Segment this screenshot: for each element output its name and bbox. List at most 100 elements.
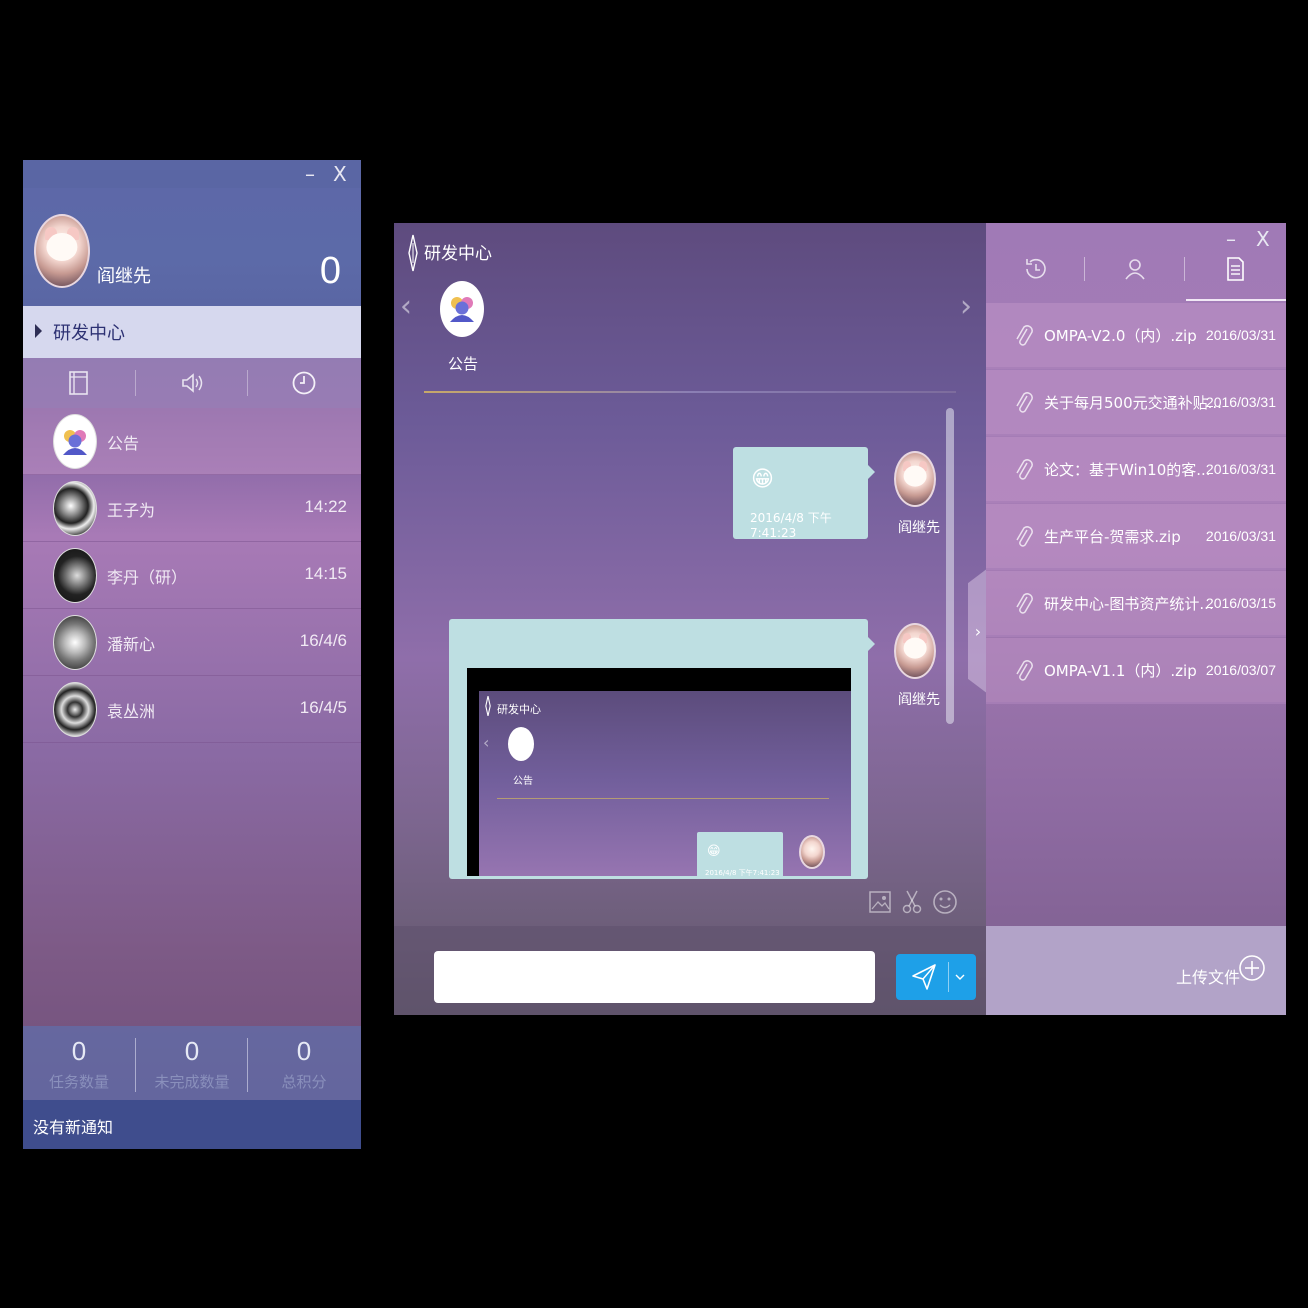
stat-tasks[interactable]: 0 任务数量	[23, 1026, 135, 1100]
clock-icon	[292, 371, 316, 395]
file-item[interactable]: 生产平台-贺需求.zip 2016/03/31	[986, 504, 1286, 570]
contact-avatar	[53, 682, 97, 737]
emoji-icon[interactable]	[932, 888, 958, 916]
user-avatar[interactable]	[34, 214, 90, 288]
chat-scrollbar[interactable]	[946, 408, 954, 724]
contact-item[interactable]: 袁丛洲 16/4/5	[23, 676, 361, 743]
upload-label[interactable]: 上传文件	[1176, 964, 1240, 988]
contact-avatar	[53, 481, 97, 536]
contact-time: 16/4/5	[299, 698, 347, 717]
active-tab-indicator	[1186, 299, 1286, 301]
file-item[interactable]: 关于每月500元交通补贴... 2016/03/31	[986, 370, 1286, 436]
message-input[interactable]	[434, 951, 875, 1003]
message-timestamp: 2016/4/8 下午7:41:23	[750, 511, 832, 540]
tab-books[interactable]	[23, 358, 135, 408]
scissors-icon[interactable]	[900, 888, 924, 916]
send-icon	[912, 964, 936, 990]
contact-name: 李丹（研）	[107, 568, 188, 587]
tab-announcements[interactable]	[136, 358, 248, 408]
contact-name: 袁丛洲	[107, 702, 156, 721]
side-tabs	[986, 223, 1286, 301]
user-name: 阎继先	[97, 266, 151, 287]
contact-time: 14:15	[304, 564, 347, 583]
contact-name: 王子为	[107, 501, 156, 520]
sender-name: 阎继先	[898, 520, 940, 536]
chevron-down-icon[interactable]	[954, 971, 966, 983]
file-item[interactable]: 研发中心-图书资产统计... 2016/03/15	[986, 571, 1286, 637]
notification-text: 没有新通知	[33, 1118, 114, 1137]
screenshot-content: 研发中心 ‹ 公告 😁 2016/4/8 下午7:41:23	[479, 691, 851, 876]
user-score: 0	[319, 250, 341, 292]
tab-members[interactable]	[1090, 249, 1180, 289]
stat-points[interactable]: 0 总积分	[248, 1026, 360, 1100]
plus-circle-icon[interactable]	[1238, 954, 1266, 982]
paperclip-icon	[1016, 325, 1033, 346]
file-item[interactable]: 论文：基于Win10的客... 2016/03/31	[986, 437, 1286, 503]
minimize-button[interactable]: –	[305, 162, 315, 186]
file-date: 2016/03/31	[1205, 327, 1276, 343]
notice-avatar	[53, 414, 97, 469]
tab-underline	[424, 391, 956, 393]
screenshot-bubble: 😁 2016/4/8 下午7:41:23	[697, 832, 783, 876]
file-name: 关于每月500元交通补贴...	[1044, 394, 1222, 412]
emoji-grin-icon: 😁	[751, 467, 774, 492]
chat-title: 研发中心	[424, 244, 492, 264]
app-logo-icon	[485, 695, 491, 717]
file-date: 2016/03/31	[1205, 394, 1276, 410]
side-panel-toggle[interactable]: ›	[968, 568, 988, 694]
emoji-grin-icon: 😁	[707, 844, 721, 859]
stat-value: 0	[184, 1036, 200, 1066]
file-name: 生产平台-贺需求.zip	[1044, 528, 1181, 546]
close-button[interactable]: X	[333, 162, 347, 186]
stat-unfinished[interactable]: 0 未完成数量	[136, 1026, 248, 1100]
file-name: 论文：基于Win10的客...	[1044, 461, 1211, 479]
stat-label: 任务数量	[48, 1073, 109, 1091]
contact-item[interactable]: 王子为 14:22	[23, 475, 361, 542]
contact-avatar	[53, 548, 97, 603]
message-bubble[interactable]: 😁 2016/4/8 下午7:41:23	[733, 447, 875, 540]
send-button[interactable]	[896, 954, 976, 1000]
stat-value: 0	[71, 1036, 87, 1066]
group-icon	[63, 429, 87, 455]
stat-label: 总积分	[281, 1073, 327, 1091]
files-icon	[1227, 257, 1244, 281]
contacts-window: – X 阎继先 0 研发中心 公告 王子为 14:22 李丹（研） 14:15 …	[23, 160, 361, 1149]
file-date: 2016/03/31	[1205, 461, 1276, 477]
paperclip-icon	[1016, 392, 1033, 413]
chevron-right-icon[interactable]: ›	[960, 289, 972, 324]
file-date: 2016/03/31	[1205, 528, 1276, 544]
chevron-left-icon[interactable]: ‹	[400, 289, 412, 324]
tab-files[interactable]	[1190, 249, 1280, 289]
group-name: 研发中心	[53, 323, 125, 344]
file-name: 研发中心-图书资产统计...	[1044, 595, 1214, 613]
input-area	[394, 926, 986, 1015]
expand-triangle-icon	[35, 324, 42, 338]
group-header[interactable]: 研发中心	[23, 306, 361, 358]
chevron-right-icon: ›	[974, 621, 982, 641]
contacts-tabs	[23, 358, 361, 408]
upload-area: 上传文件	[986, 926, 1286, 1015]
chevron-left-icon: ‹	[483, 733, 490, 752]
title-bar: – X	[23, 160, 361, 188]
group-icon	[450, 297, 474, 322]
screenshot-underline	[497, 798, 829, 799]
book-icon	[69, 371, 88, 395]
contact-item[interactable]: 公告	[23, 408, 361, 475]
file-item[interactable]: OMPA-V2.0（内）.zip 2016/03/31	[986, 303, 1286, 369]
image-attachment[interactable]: 研发中心 ‹ 公告 😁 2016/4/8 下午7:41:23	[467, 668, 851, 876]
file-item[interactable]: OMPA-V1.1（内）.zip 2016/03/07	[986, 638, 1286, 704]
sender-avatar[interactable]	[894, 451, 936, 507]
tab-history[interactable]	[991, 249, 1081, 289]
image-icon[interactable]	[868, 888, 892, 916]
notification-bar[interactable]: 没有新通知	[23, 1100, 361, 1149]
current-contact-avatar[interactable]	[440, 281, 484, 337]
stats-bar: 0 任务数量 0 未完成数量 0 总积分	[23, 1026, 361, 1100]
file-date: 2016/03/15	[1205, 595, 1276, 611]
sender-name: 阎继先	[898, 692, 940, 708]
contact-time: 16/4/6	[299, 631, 347, 650]
tab-recent[interactable]	[248, 358, 360, 408]
contact-item[interactable]: 李丹（研） 14:15	[23, 542, 361, 609]
contact-item[interactable]: 潘新心 16/4/6	[23, 609, 361, 676]
file-date: 2016/03/07	[1205, 662, 1276, 678]
sender-avatar[interactable]	[894, 623, 936, 679]
